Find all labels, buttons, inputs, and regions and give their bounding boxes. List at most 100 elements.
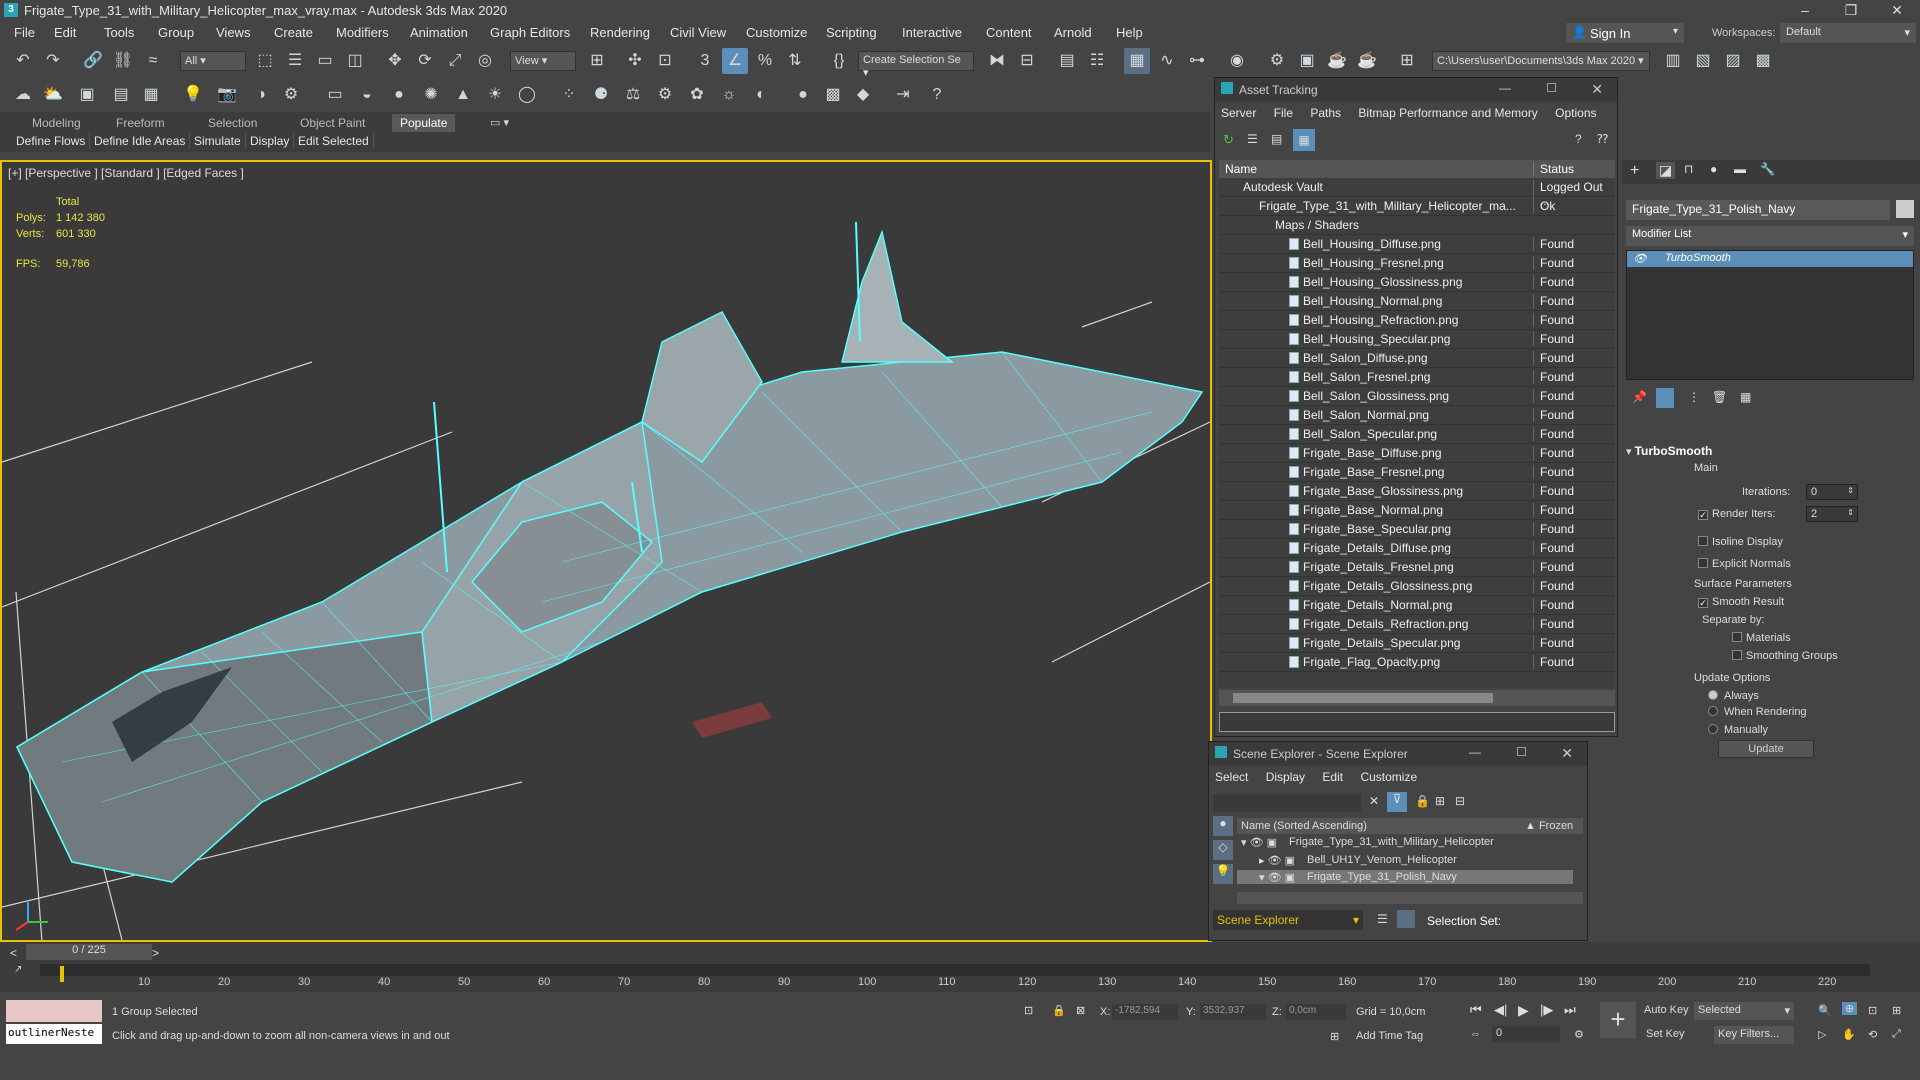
define-flows-button[interactable]: Define Flows — [12, 133, 91, 149]
tab-object-paint[interactable]: Object Paint — [292, 114, 373, 132]
scatter-icon[interactable]: ⚖ — [620, 82, 646, 108]
time-config-icon[interactable]: ⚙ — [1574, 1028, 1584, 1041]
column-frozen[interactable]: ▲ Frozen — [1525, 820, 1573, 832]
add-time-tag-button[interactable]: Add Time Tag — [1356, 1030, 1423, 1042]
maxscript-listener-red[interactable] — [6, 1000, 102, 1022]
minimize-icon[interactable]: — — [1469, 745, 1481, 759]
list-icon[interactable]: ☰ — [1247, 132, 1258, 146]
field-of-view-icon[interactable]: ▷ — [1818, 1028, 1826, 1041]
fur-icon[interactable]: ✺ — [418, 82, 444, 108]
project-folder-icon[interactable]: ▥ — [1660, 48, 1686, 74]
sphere-light-icon[interactable]: ◯ — [514, 82, 540, 108]
scene-explorer-titlebar[interactable]: Scene Explorer - Scene Explorer — ☐ ✕ — [1209, 742, 1587, 766]
vray-settings-icon[interactable]: ⚙ — [278, 82, 304, 108]
frigate-wireframe-model[interactable] — [2, 162, 1210, 940]
isoline-display-checkbox[interactable]: Isoline Display — [1698, 536, 1783, 548]
explicit-normals-checkbox[interactable]: Explicit Normals — [1698, 558, 1791, 570]
table-view-icon[interactable]: ▦ — [1293, 129, 1315, 151]
export-icon[interactable]: ⇥ — [890, 82, 916, 108]
column-name[interactable]: Name (Sorted Ascending) — [1241, 820, 1367, 832]
list-item[interactable]: ▸ 👁 ▣ Bell_UH1Y_Venom_Helicopter — [1237, 852, 1573, 870]
select-manipulate-icon[interactable]: ✣ — [622, 48, 648, 74]
project-options-icon[interactable]: ▩ — [1750, 48, 1776, 74]
orbit-icon[interactable]: ⟲ — [1868, 1028, 1877, 1041]
menu-display[interactable]: Display — [1266, 770, 1305, 784]
show-end-result-icon[interactable] — [1656, 388, 1674, 408]
selection-lock-icon[interactable]: 🔒 — [1052, 1004, 1066, 1017]
display-button[interactable]: Display — [246, 133, 295, 149]
motion-tab-icon[interactable]: ● — [1710, 162, 1717, 176]
menu-graph-editors[interactable]: Graph Editors — [490, 25, 570, 40]
define-idle-areas-button[interactable]: Define Idle Areas — [90, 133, 191, 149]
spinner-snap-icon[interactable]: ⇅ — [782, 48, 808, 74]
asset-tracking-titlebar[interactable]: Asset Tracking — ☐ ✕ — [1215, 78, 1617, 102]
table-row[interactable]: Frigate_Base_Specular.png Found — [1219, 520, 1615, 539]
key-mode-icon[interactable]: ⇔ — [1470, 1028, 1481, 1040]
texture-icon[interactable]: ◐ — [748, 82, 774, 108]
table-row[interactable]: Frigate_Details_Glossiness.png Found — [1219, 577, 1615, 596]
table-row[interactable]: Bell_Housing_Fresnel.png Found — [1219, 254, 1615, 273]
modifier-list-dropdown[interactable]: Modifier List ▾ — [1626, 226, 1914, 246]
ribbon-toggle-icon[interactable]: ▦ — [1124, 48, 1150, 74]
help-icon[interactable]: ? — [1575, 132, 1582, 146]
manually-radio[interactable]: Manually — [1708, 724, 1768, 736]
menu-content[interactable]: Content — [986, 25, 1032, 40]
pin-stack-icon[interactable]: 📌 — [1632, 390, 1647, 404]
plant-icon[interactable]: ✿ — [684, 82, 710, 108]
list-item[interactable]: ▾ 👁 ▣ Frigate_Type_31_with_Military_Helic… — [1237, 834, 1573, 852]
window-crossing-icon[interactable]: ◫ — [342, 48, 368, 74]
bind-space-warp-icon[interactable]: ≈ — [140, 48, 166, 74]
go-to-end-icon[interactable]: ⏭ — [1564, 1002, 1576, 1018]
table-row[interactable]: Bell_Salon_Fresnel.png Found — [1219, 368, 1615, 387]
set-key-button[interactable]: Set Key — [1646, 1028, 1685, 1040]
update-button[interactable]: Update — [1718, 740, 1814, 758]
always-radio[interactable]: Always — [1708, 690, 1759, 702]
z-coordinate-field[interactable]: 0,0cm — [1286, 1004, 1346, 1020]
menu-options[interactable]: Options — [1555, 106, 1596, 120]
camera-icon[interactable]: 📷 — [214, 82, 240, 108]
maximize-icon[interactable]: ☐ — [1546, 81, 1557, 95]
plane-icon[interactable]: ▭ — [322, 82, 348, 108]
sun-icon[interactable]: ☀ — [482, 82, 508, 108]
menu-rendering[interactable]: Rendering — [590, 25, 650, 40]
menu-scripting[interactable]: Scripting — [826, 25, 877, 40]
menu-server[interactable]: Server — [1221, 106, 1256, 120]
menu-help[interactable]: Help — [1116, 25, 1143, 40]
object-color-swatch[interactable] — [1896, 200, 1914, 218]
turbosmooth-rollout-header[interactable]: ▾ TurboSmooth — [1626, 444, 1914, 464]
isolate-selection-icon[interactable]: ⊡ — [1024, 1004, 1033, 1017]
table-row[interactable]: Bell_Salon_Diffuse.png Found — [1219, 349, 1615, 368]
edit-named-selection-icon[interactable]: {} — [826, 48, 852, 74]
list-item[interactable]: ▾ 👁 ▣ Frigate_Type_31_Polish_Navy — [1237, 870, 1573, 884]
material-sphere-icon[interactable]: ● — [790, 82, 816, 108]
cone-icon[interactable]: ▲ — [450, 82, 476, 108]
create-project-icon[interactable]: ▨ — [1720, 48, 1746, 74]
track-bar[interactable] — [40, 964, 1870, 976]
materials-checkbox[interactable]: Materials — [1732, 632, 1791, 644]
rotate-icon[interactable]: ⟳ — [412, 48, 438, 74]
zoom-extents-all-icon[interactable]: ⊞ — [1892, 1004, 1901, 1017]
menu-customize[interactable]: Customize — [1360, 770, 1417, 784]
asset-path-field[interactable] — [1219, 712, 1615, 732]
pan-icon[interactable]: ✋ — [1842, 1028, 1856, 1041]
create-tab-icon[interactable]: + — [1630, 162, 1639, 180]
reference-coordinate-dropdown[interactable]: View ▾ — [510, 51, 576, 71]
set-project-icon[interactable]: ▧ — [1690, 48, 1716, 74]
close-button[interactable]: ✕ — [1874, 0, 1920, 22]
modify-tab-icon[interactable]: ◪ — [1656, 162, 1676, 179]
smooth-result-checkbox[interactable]: ✓ Smooth Result — [1698, 596, 1784, 608]
display-objects-icon[interactable]: ● — [1213, 816, 1233, 836]
menu-edit[interactable]: Edit — [54, 25, 76, 40]
physical-camera-icon[interactable]: ◑ — [248, 82, 274, 108]
render-setup-icon[interactable]: ⚙ — [1264, 48, 1290, 74]
pivot-icon[interactable]: ⊞ — [584, 48, 610, 74]
menu-arnold[interactable]: Arnold — [1054, 25, 1092, 40]
undo-icon[interactable]: ↶ — [10, 48, 36, 74]
zoom-extents-icon[interactable]: ⊡ — [1868, 1004, 1877, 1017]
y-coordinate-field[interactable]: 3532,937 — [1200, 1004, 1266, 1020]
proxy-icon[interactable]: ◆ — [850, 82, 876, 108]
layers-icon[interactable]: ☰ — [1377, 912, 1388, 926]
menu-tools[interactable]: Tools — [104, 25, 134, 40]
close-icon[interactable]: ✕ — [1591, 81, 1603, 98]
menu-bitmap-performance[interactable]: Bitmap Performance and Memory — [1358, 106, 1537, 120]
